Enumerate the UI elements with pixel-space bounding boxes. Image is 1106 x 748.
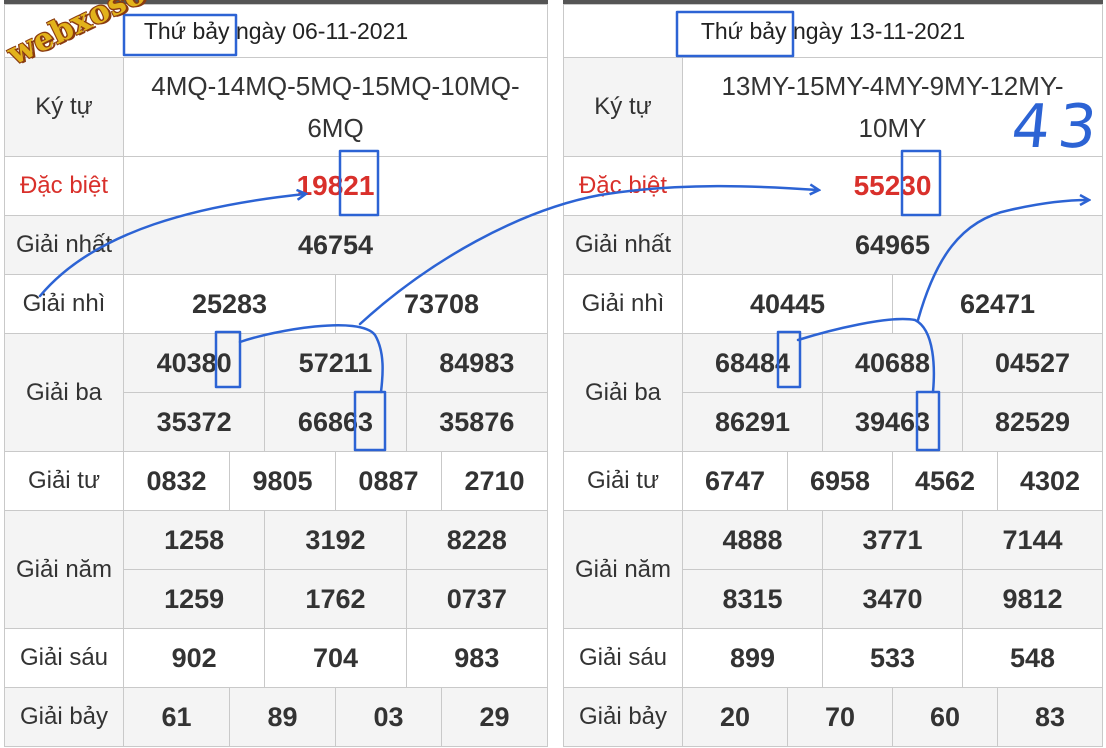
giai-tu-value: 0887 xyxy=(334,451,442,511)
giai-nhi-value: 40445 xyxy=(682,274,893,334)
giai-nhi-value: 73708 xyxy=(334,274,549,334)
dac-biet-value: 55230 xyxy=(682,156,1103,216)
ky-tu-label: Ký tự xyxy=(4,57,124,157)
giai-tu-label: Giải tư xyxy=(4,451,124,511)
giai-nam-value: 4888 xyxy=(682,510,823,570)
dac-biet-value: 19821 xyxy=(123,156,548,216)
giai-tu-value: 6747 xyxy=(682,451,788,511)
giai-nhat-label: Giải nhất xyxy=(563,215,683,275)
giai-nhi-value: 25283 xyxy=(123,274,336,334)
giai-sau-value: 533 xyxy=(822,628,963,688)
giai-ba-value: 35372 xyxy=(122,392,266,452)
giai-bay-value: 60 xyxy=(892,687,998,747)
giai-tu-value: 6958 xyxy=(787,451,893,511)
giai-bay-value: 03 xyxy=(334,687,442,747)
giai-nhat-value: 64965 xyxy=(682,215,1103,275)
giai-nhat-value: 46754 xyxy=(123,215,548,275)
giai-nhat-label: Giải nhất xyxy=(4,215,124,275)
giai-bay-label: Giải bảy xyxy=(563,687,683,747)
giai-sau-value: 899 xyxy=(682,628,823,688)
giai-ba-value: 40380 xyxy=(122,333,266,393)
giai-nam-label: Giải năm xyxy=(4,510,124,629)
giai-sau-value: 902 xyxy=(122,628,266,688)
giai-bay-value: 61 xyxy=(123,687,230,747)
giai-bay-label: Giải bảy xyxy=(4,687,124,747)
giai-sau-label: Giải sáu xyxy=(563,628,683,688)
giai-ba-value: 04527 xyxy=(962,333,1103,393)
giai-ba-value: 86291 xyxy=(682,392,823,452)
giai-nam-value: 3771 xyxy=(822,510,963,570)
giai-bay-value: 70 xyxy=(787,687,893,747)
giai-nam-value: 8315 xyxy=(682,569,823,629)
giai-tu-value: 4562 xyxy=(892,451,998,511)
giai-sau-value: 548 xyxy=(962,628,1103,688)
giai-nam-value: 8228 xyxy=(405,510,549,570)
giai-ba-value: 82529 xyxy=(962,392,1103,452)
giai-nam-value: 7144 xyxy=(962,510,1103,570)
giai-ba-value: 84983 xyxy=(405,333,549,393)
giai-nam-label: Giải năm xyxy=(563,510,683,629)
giai-nam-value: 9812 xyxy=(962,569,1103,629)
giai-nam-value: 1258 xyxy=(122,510,266,570)
giai-ba-value: 40688 xyxy=(822,333,963,393)
giai-sau-value: 983 xyxy=(405,628,549,688)
giai-ba-value: 66863 xyxy=(264,392,407,452)
giai-bay-value: 89 xyxy=(228,687,336,747)
giai-bay-value: 20 xyxy=(682,687,788,747)
result-table-left: Thứ bảy ngày 06-11-2021 Ký tự 4MQ-14MQ-5… xyxy=(4,0,549,747)
giai-ba-value: 57211 xyxy=(264,333,407,393)
giai-nam-value: 1259 xyxy=(122,569,266,629)
giai-sau-label: Giải sáu xyxy=(4,628,124,688)
giai-ba-value: 35876 xyxy=(405,392,549,452)
giai-nhi-value: 62471 xyxy=(892,274,1103,334)
giai-ba-value: 68484 xyxy=(682,333,823,393)
giai-tu-label: Giải tư xyxy=(563,451,683,511)
handwritten-note: 43 xyxy=(1008,92,1106,162)
giai-bay-value: 83 xyxy=(997,687,1103,747)
giai-nhi-label: Giải nhì xyxy=(563,274,683,334)
ky-tu-label: Ký tự xyxy=(563,57,683,157)
prize-table: Thứ bảy ngày 06-11-2021 Ký tự 4MQ-14MQ-5… xyxy=(4,4,549,747)
giai-nam-value: 0737 xyxy=(405,569,549,629)
giai-bay-value: 29 xyxy=(440,687,549,747)
ky-tu-value: 4MQ-14MQ-5MQ-15MQ-10MQ-6MQ xyxy=(123,57,548,157)
giai-tu-value: 9805 xyxy=(228,451,336,511)
giai-tu-value: 0832 xyxy=(123,451,230,511)
dac-biet-label: Đặc biệt xyxy=(563,156,683,216)
giai-nam-value: 1762 xyxy=(264,569,407,629)
draw-date: Thứ bảy ngày 13-11-2021 xyxy=(563,4,1103,58)
giai-tu-value: 4302 xyxy=(997,451,1103,511)
giai-ba-label: Giải ba xyxy=(4,333,124,452)
giai-tu-value: 2710 xyxy=(440,451,549,511)
dac-biet-label: Đặc biệt xyxy=(4,156,124,216)
giai-ba-value: 39463 xyxy=(822,392,963,452)
giai-nhi-label: Giải nhì xyxy=(4,274,124,334)
giai-ba-label: Giải ba xyxy=(563,333,683,452)
giai-sau-value: 704 xyxy=(264,628,407,688)
giai-nam-value: 3192 xyxy=(264,510,407,570)
giai-nam-value: 3470 xyxy=(822,569,963,629)
